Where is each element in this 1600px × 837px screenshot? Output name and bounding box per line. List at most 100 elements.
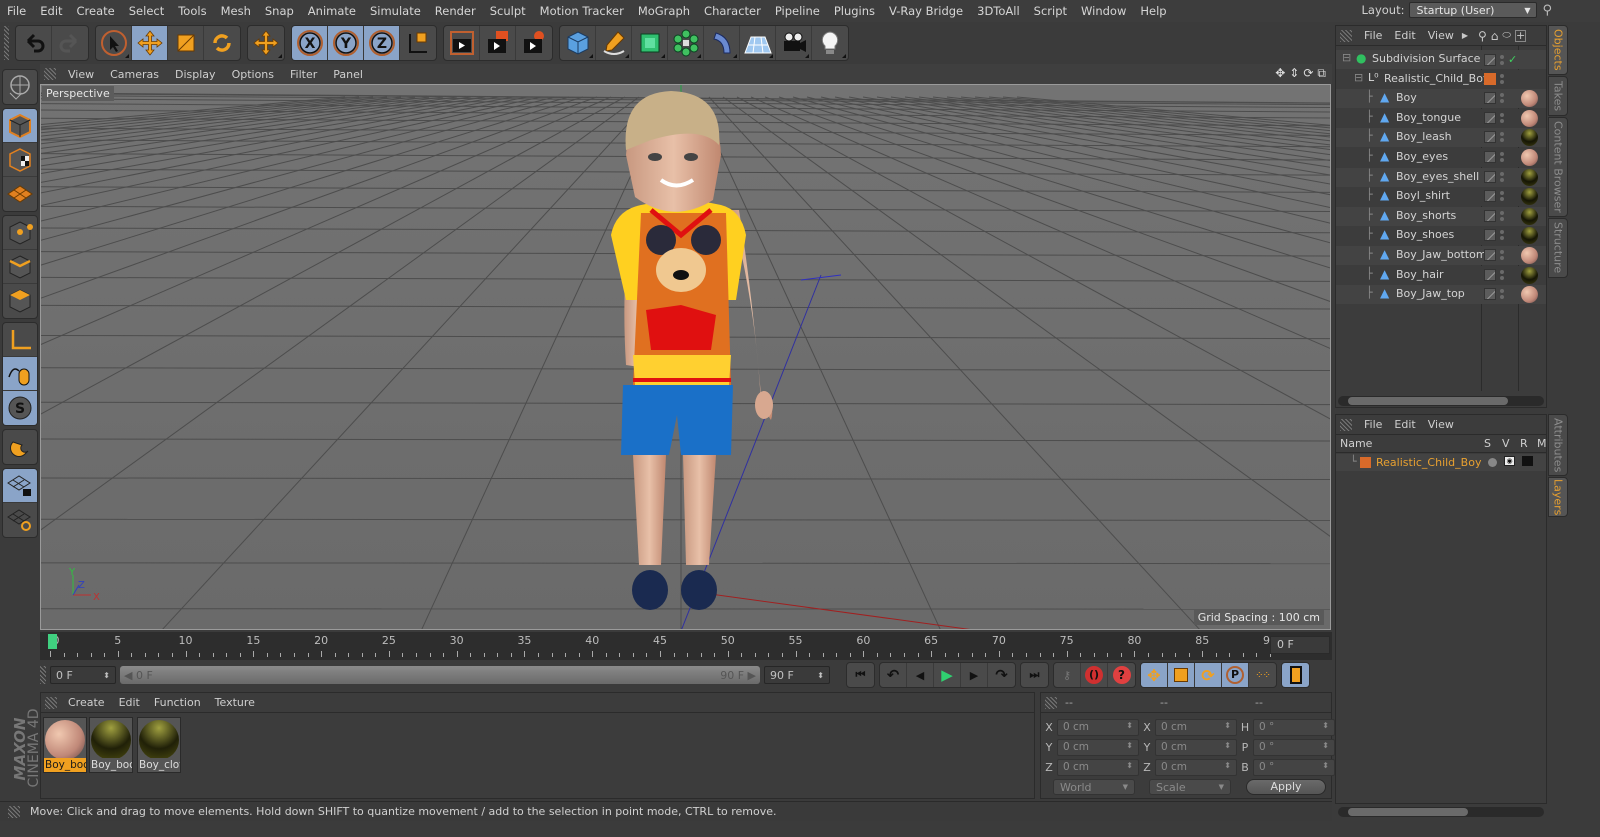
rotation-field[interactable]: 0 ° ⬍ [1253, 719, 1335, 736]
size-field[interactable]: 0 cm ⬍ [1155, 719, 1237, 736]
key-scale-button[interactable] [1168, 663, 1195, 687]
floor-button[interactable] [740, 26, 776, 60]
rotate-tool-button[interactable] [204, 26, 240, 60]
cloner-button[interactable] [668, 26, 704, 60]
scale-tool-button[interactable] [168, 26, 204, 60]
light-button[interactable] [812, 26, 848, 60]
perspective-viewport[interactable]: Y Z X Perspective Grid Spacing : 100 cm [40, 84, 1331, 630]
material-menu-edit[interactable]: Edit [112, 696, 147, 709]
size-field[interactable]: 0 cm ⬍ [1155, 739, 1237, 756]
object-row[interactable]: ⊟ L⁰ Realistic_Child_Boy [1336, 69, 1546, 89]
layer-color-swatch[interactable] [1360, 457, 1371, 468]
side-tab-content-browser[interactable]: Content Browser [1548, 117, 1568, 217]
material-menu-texture[interactable]: Texture [208, 696, 262, 709]
render-view-button[interactable] [444, 26, 480, 60]
menu-plugins[interactable]: Plugins [827, 4, 882, 18]
maximize-view-icon[interactable]: ⧉ [1317, 66, 1326, 81]
object-row[interactable]: ├ ▲ Boy_eyes_shell [1336, 167, 1546, 187]
edges-mode-button[interactable] [3, 250, 37, 284]
tweak-mode-button[interactable] [3, 357, 37, 391]
editor-render-toggle[interactable] [1484, 151, 1496, 163]
coordinate-system-button[interactable] [400, 26, 436, 60]
goto-end-button[interactable]: ⏭ [1021, 663, 1048, 687]
material-tag-icon[interactable] [1521, 207, 1538, 225]
column-name[interactable]: Name [1340, 437, 1372, 450]
stepper-icon[interactable]: ⬍ [1322, 721, 1329, 734]
stepper-icon[interactable]: ⬍ [1322, 741, 1329, 754]
viewport-menu-filter[interactable]: Filter [282, 68, 325, 81]
editor-render-toggle[interactable] [1484, 229, 1496, 242]
orbit-icon[interactable]: ⟳ [1303, 66, 1313, 81]
texture-mode-button[interactable] [3, 143, 37, 177]
stepper-icon[interactable]: ⬍ [1224, 741, 1231, 754]
side-tab-takes[interactable]: Takes [1548, 76, 1568, 116]
visibility-dots-icon[interactable] [1500, 230, 1504, 241]
editor-render-toggle[interactable] [1484, 53, 1496, 66]
editor-render-toggle[interactable] [1484, 111, 1496, 124]
menu-mograph[interactable]: MoGraph [631, 4, 697, 18]
playback-grip[interactable] [40, 666, 46, 684]
viewport-grip[interactable] [44, 68, 56, 80]
object-row[interactable]: ├ ▲ Boy_leash [1336, 128, 1546, 148]
layer-menu-file[interactable]: File [1358, 418, 1388, 431]
object-row[interactable]: ├ ▲ Boyl_shirt [1336, 187, 1546, 207]
collapse-icon[interactable]: ⊟ [1342, 51, 1351, 64]
menu-simulate[interactable]: Simulate [363, 4, 428, 18]
stepper-icon[interactable]: ⬍ [1126, 761, 1133, 774]
layer-menu-view[interactable]: View [1422, 418, 1460, 431]
menu-window[interactable]: Window [1074, 4, 1133, 18]
menu-motion-tracker[interactable]: Motion Tracker [533, 4, 631, 18]
visibility-dots-icon[interactable] [1500, 191, 1504, 202]
editor-render-toggle[interactable] [1484, 209, 1496, 222]
y-axis-button[interactable]: Y [328, 26, 364, 60]
viewport-menu-cameras[interactable]: Cameras [102, 68, 167, 81]
side-tab-objects[interactable]: Objects [1548, 25, 1568, 75]
editor-render-toggle[interactable] [1484, 249, 1496, 261]
end-frame-field[interactable]: 90 F ⬍ [764, 666, 830, 684]
visibility-dots-icon[interactable] [1500, 289, 1504, 300]
menu-character[interactable]: Character [697, 4, 768, 18]
side-tab-layers[interactable]: Layers [1548, 477, 1568, 517]
visibility-dots-icon[interactable] [1500, 93, 1504, 104]
object-row[interactable]: ├ ▲ Boy_Jaw_top [1336, 285, 1546, 305]
visibility-dots-icon[interactable] [1500, 54, 1504, 65]
menu-edit[interactable]: Edit [33, 4, 69, 18]
start-frame-field[interactable]: 0 F ⬍ [50, 666, 116, 684]
column-solo[interactable]: S [1484, 437, 1491, 450]
coordinate-mode-dropdown[interactable]: World ▼ [1053, 779, 1135, 795]
z-axis-button[interactable]: Z [364, 26, 400, 60]
object-row[interactable]: ├ ▲ Boy [1336, 89, 1546, 109]
object-row[interactable]: ├ ▲ Boy_shorts [1336, 206, 1546, 226]
layout-dropdown[interactable]: Startup (User) ▼ [1409, 2, 1538, 18]
stepper-icon[interactable]: ⬍ [1322, 761, 1329, 774]
eye-icon[interactable]: ◉ [1504, 456, 1515, 466]
editor-render-toggle[interactable] [1484, 92, 1496, 105]
autokey-button[interactable]: ? [1108, 663, 1135, 687]
material-tag-icon[interactable] [1521, 227, 1538, 245]
pen-button[interactable] [596, 26, 632, 60]
undo-button[interactable] [16, 26, 52, 60]
menu-help[interactable]: Help [1133, 4, 1173, 18]
model-mode-button[interactable] [3, 109, 37, 143]
side-tab-attributes[interactable]: Attributes [1548, 414, 1568, 476]
motion-record-button[interactable]: ⚷ [1054, 663, 1081, 687]
object-row[interactable]: ⊟ ● Subdivision Surface ✓ [1336, 50, 1546, 69]
cube-button[interactable] [560, 26, 596, 60]
menu-pipeline[interactable]: Pipeline [768, 4, 827, 18]
stepper-icon[interactable]: ⬍ [1224, 761, 1231, 774]
menu-tools[interactable]: Tools [171, 4, 213, 18]
editor-render-toggle[interactable] [1484, 131, 1496, 144]
planar-workplane-button[interactable] [3, 503, 37, 537]
menu-create[interactable]: Create [70, 4, 122, 18]
object-manager-grip[interactable] [1340, 29, 1352, 42]
menu-sculpt[interactable]: Sculpt [483, 4, 533, 18]
object-row[interactable]: ├ ▲ Boy_Jaw_bottom [1336, 246, 1546, 265]
search-icon[interactable]: ⚲ [1478, 29, 1487, 43]
solo-button[interactable]: S [3, 391, 37, 425]
column-visible[interactable]: V [1502, 437, 1510, 450]
object-menu-view[interactable]: View [1422, 29, 1460, 42]
last-tool-button[interactable] [248, 26, 284, 60]
size-mode-dropdown[interactable]: Scale ▼ [1149, 779, 1231, 795]
workplane-mode-button[interactable] [3, 177, 37, 211]
rotation-field[interactable]: 0 ° ⬍ [1253, 759, 1335, 776]
